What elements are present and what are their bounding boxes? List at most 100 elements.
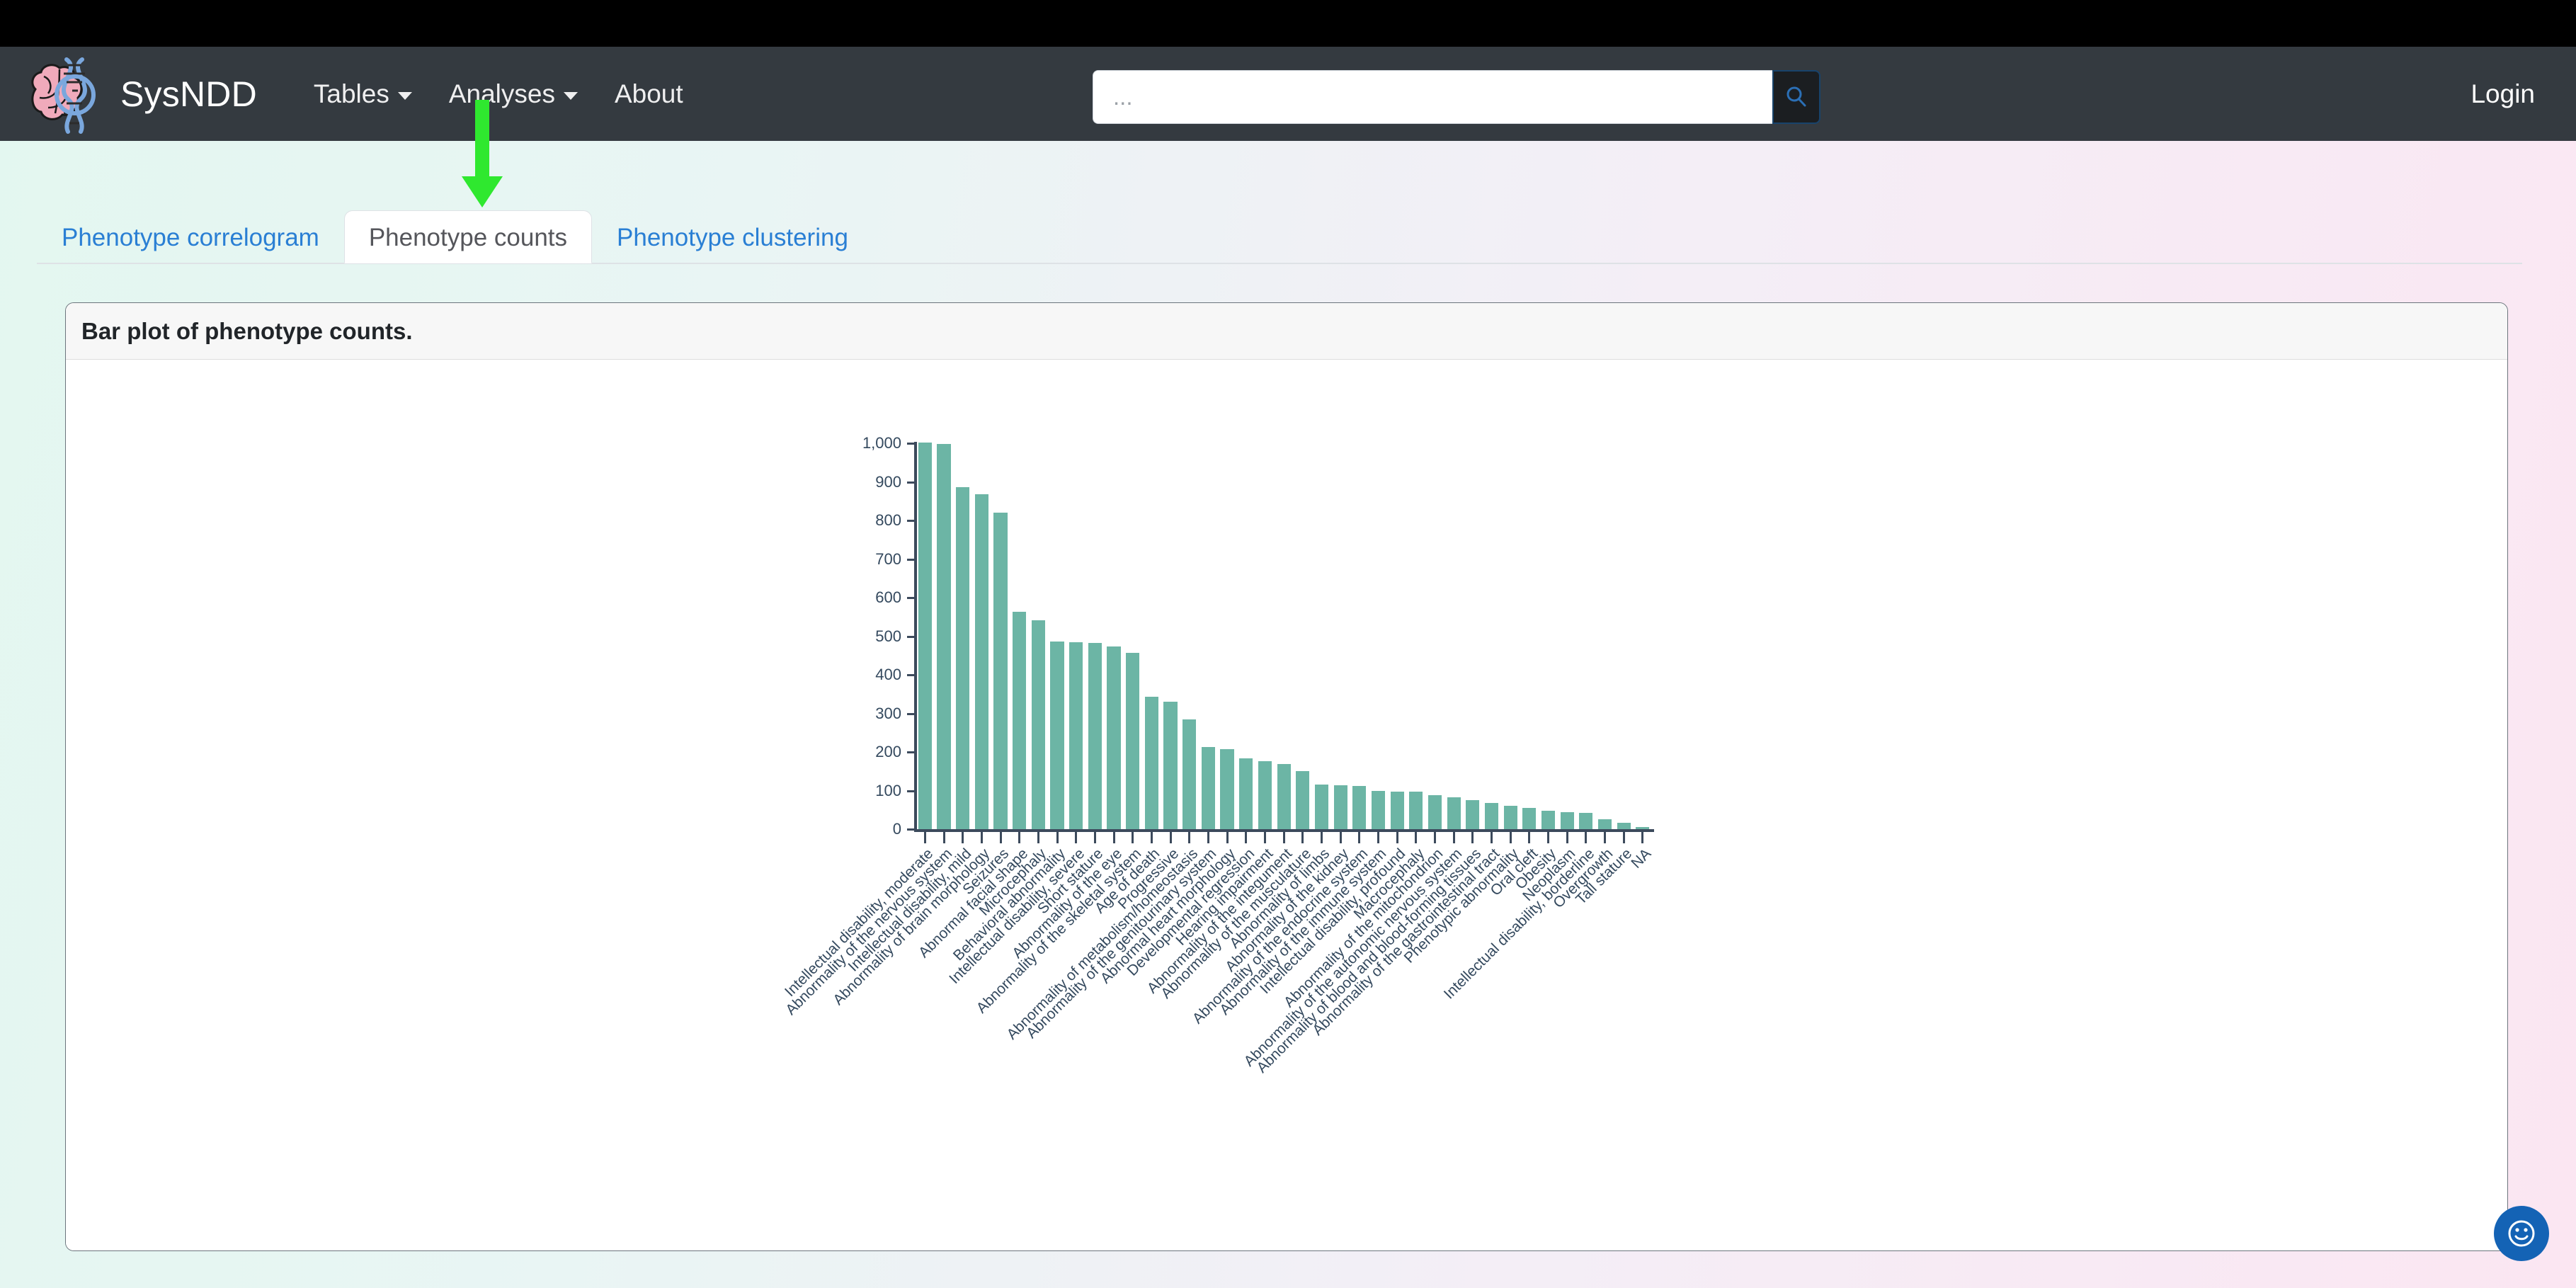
- bar[interactable]: [1560, 812, 1574, 829]
- x-axis-tick: [1566, 832, 1568, 843]
- nav-links: Tables Analyses About: [295, 79, 702, 109]
- bar[interactable]: [1144, 696, 1158, 829]
- bar[interactable]: [1503, 806, 1517, 829]
- bar[interactable]: [1333, 785, 1347, 829]
- brain-dna-logo-icon: [23, 52, 106, 136]
- x-axis-label: NA: [1628, 845, 1654, 872]
- bar[interactable]: [1182, 719, 1197, 829]
- bar[interactable]: [1597, 819, 1612, 829]
- x-tick-slot: [1199, 832, 1218, 843]
- bar-slot: [1255, 443, 1275, 829]
- bar[interactable]: [1031, 620, 1045, 829]
- x-tick-slot: [1066, 832, 1085, 843]
- tab-phenotype-counts[interactable]: Phenotype counts: [343, 210, 593, 263]
- x-axis-tick: [1226, 832, 1229, 843]
- bar[interactable]: [1522, 808, 1537, 829]
- x-axis-tick: [1641, 832, 1644, 843]
- bar[interactable]: [1409, 792, 1423, 829]
- tab-phenotype-clustering[interactable]: Phenotype clustering: [592, 210, 873, 263]
- bar[interactable]: [937, 444, 951, 829]
- x-tick-slot: [1255, 832, 1275, 843]
- bar-slot: [1331, 443, 1350, 829]
- bar-slot: [1105, 443, 1124, 829]
- x-tick-slot: [1236, 832, 1255, 843]
- bar[interactable]: [1163, 702, 1178, 829]
- x-axis-tick: [1188, 832, 1191, 843]
- bar[interactable]: [1314, 784, 1329, 829]
- bar[interactable]: [1447, 797, 1461, 829]
- x-tick-slot: [972, 832, 991, 843]
- y-axis-tick-label: 100: [875, 781, 901, 799]
- smiley-feedback-icon: [2508, 1220, 2535, 1247]
- y-axis-tick-label: 700: [875, 549, 901, 568]
- login-link[interactable]: Login: [2470, 79, 2535, 109]
- bar[interactable]: [1484, 802, 1499, 829]
- x-axis-tick: [1604, 832, 1607, 843]
- bar[interactable]: [1126, 653, 1140, 829]
- bars-container: [916, 442, 1653, 829]
- x-axis-ticks: [916, 832, 1652, 843]
- bar-slot: [991, 443, 1010, 829]
- bar-slot: [1595, 443, 1614, 829]
- bar-slot: [935, 443, 954, 829]
- bar[interactable]: [1352, 785, 1367, 829]
- bar[interactable]: [1541, 810, 1556, 829]
- bar[interactable]: [1201, 747, 1216, 829]
- x-axis-tick: [1490, 832, 1493, 843]
- nav-item-about[interactable]: About: [596, 79, 702, 109]
- bar[interactable]: [1579, 813, 1593, 829]
- bar-slot: [1634, 443, 1653, 829]
- nav-item-tables-label: Tables: [313, 79, 389, 108]
- x-tick-slot: [1482, 832, 1501, 843]
- bar[interactable]: [1050, 641, 1064, 829]
- bar-slot: [1350, 443, 1369, 829]
- tab-phenotype-correlogram[interactable]: Phenotype correlogram: [37, 210, 344, 263]
- bar[interactable]: [1220, 749, 1234, 829]
- brand[interactable]: SysNDD: [23, 52, 257, 136]
- nav-item-analyses[interactable]: Analyses: [431, 79, 596, 109]
- x-axis-tick: [1037, 832, 1039, 843]
- bar[interactable]: [1617, 822, 1631, 829]
- bar[interactable]: [1371, 790, 1386, 829]
- bar-slot: [1048, 443, 1067, 829]
- brand-name: SysNDD: [120, 74, 257, 114]
- main-navbar: SysNDD Tables Analyses About Login: [0, 47, 2576, 141]
- search-input[interactable]: [1093, 70, 1772, 124]
- x-axis-tick: [1433, 832, 1436, 843]
- x-axis-tick: [1377, 832, 1379, 843]
- x-tick-slot: [1275, 832, 1294, 843]
- x-tick-slot: [1520, 832, 1539, 843]
- bar-slot: [1275, 443, 1294, 829]
- x-axis-tick: [1452, 832, 1455, 843]
- bar[interactable]: [1277, 764, 1291, 829]
- x-tick-slot: [1558, 832, 1577, 843]
- x-axis-tick: [1471, 832, 1474, 843]
- bar[interactable]: [1088, 642, 1102, 829]
- bar[interactable]: [1107, 646, 1121, 829]
- card-title: Bar plot of phenotype counts.: [66, 303, 2507, 360]
- bar[interactable]: [1239, 758, 1253, 829]
- bar[interactable]: [1258, 761, 1272, 829]
- x-tick-slot: [1369, 832, 1388, 843]
- bar[interactable]: [1296, 771, 1310, 829]
- bar[interactable]: [974, 494, 988, 829]
- x-tick-slot: [1425, 832, 1444, 843]
- bar[interactable]: [918, 442, 932, 829]
- search-button[interactable]: [1772, 70, 1820, 124]
- bar-slot: [1520, 443, 1539, 829]
- bar[interactable]: [956, 487, 970, 829]
- y-axis: 0 100 200 300 400 500 600 700 800 900 1,000: [795, 431, 917, 838]
- bar[interactable]: [993, 513, 1008, 829]
- bar[interactable]: [1069, 642, 1083, 829]
- feedback-button[interactable]: [2494, 1206, 2549, 1261]
- x-axis-tick: [1263, 832, 1266, 843]
- bar[interactable]: [1013, 612, 1027, 829]
- bar-slot: [1293, 443, 1312, 829]
- bar[interactable]: [1466, 799, 1480, 829]
- x-tick-slot: [953, 832, 972, 843]
- bar-slot: [1482, 443, 1501, 829]
- bar-slot: [1406, 443, 1425, 829]
- nav-item-tables[interactable]: Tables: [295, 79, 431, 109]
- bar[interactable]: [1427, 795, 1442, 829]
- bar[interactable]: [1390, 791, 1404, 829]
